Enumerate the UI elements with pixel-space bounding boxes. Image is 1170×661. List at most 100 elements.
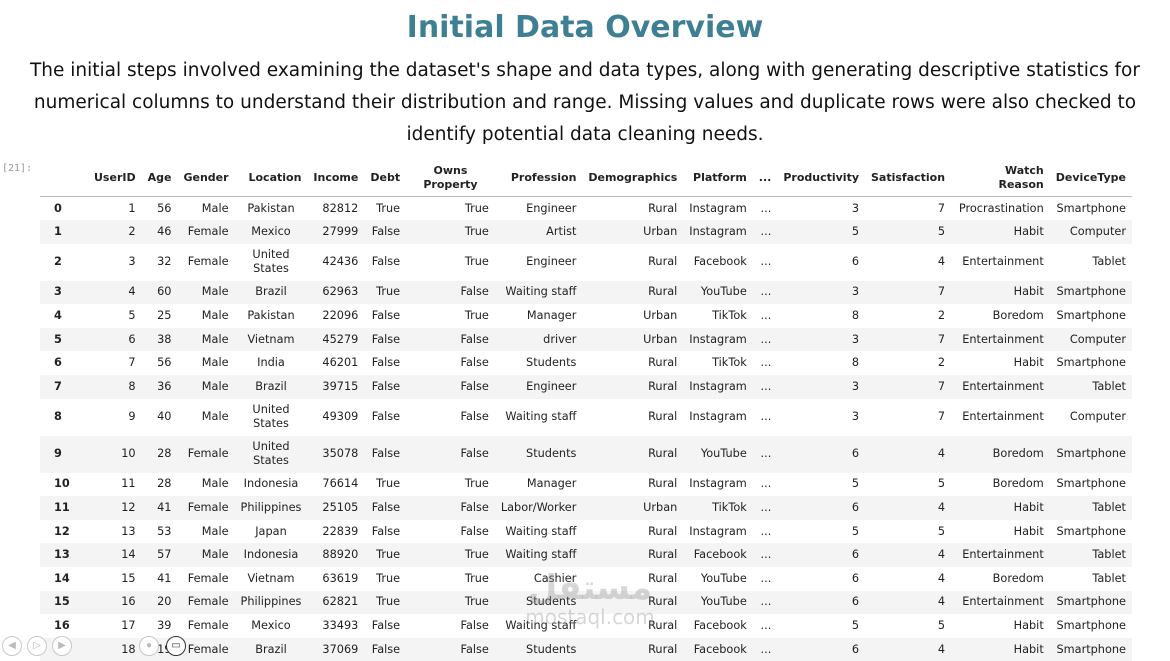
table-cell: Engineer — [495, 244, 583, 281]
table-cell: Rural — [582, 375, 683, 399]
table-cell: Rural — [582, 543, 683, 567]
table-cell: 4 — [865, 543, 951, 567]
table-cell: 3 — [777, 375, 865, 399]
table-cell: Male — [177, 328, 234, 352]
row-index: 6 — [40, 351, 88, 375]
table-cell: United States — [235, 244, 308, 281]
table-cell: 4 — [865, 591, 951, 615]
table-cell: YouTube — [683, 281, 752, 305]
table-cell: False — [364, 614, 406, 638]
table-cell: Rural — [582, 591, 683, 615]
table-cell: True — [406, 543, 495, 567]
table-cell: Urban — [582, 328, 683, 352]
table-cell: Female — [177, 220, 234, 244]
play-icon[interactable]: ▷ — [27, 636, 47, 656]
table-cell: False — [364, 244, 406, 281]
table-cell: Tablet — [1050, 567, 1132, 591]
table-cell: 3 — [777, 399, 865, 436]
table-cell: 3 — [777, 197, 865, 221]
table-cell: Entertainment — [951, 399, 1050, 436]
table-cell: 11 — [88, 473, 142, 497]
next-icon[interactable]: ▶ — [52, 636, 72, 656]
table-cell: 60 — [142, 281, 178, 305]
table-cell: 6 — [777, 436, 865, 473]
table-cell: Philippines — [235, 496, 308, 520]
table-cell: Engineer — [495, 197, 583, 221]
table-row: 161739FemaleMexico33493FalseFalseWaiting… — [40, 614, 1132, 638]
table-cell: 6 — [777, 567, 865, 591]
table-cell: True — [364, 197, 406, 221]
table-cell: Smartphone — [1050, 473, 1132, 497]
table-cell: 46 — [142, 220, 178, 244]
table-cell: ... — [753, 614, 778, 638]
table-cell: Facebook — [683, 614, 752, 638]
table-cell: Female — [177, 244, 234, 281]
row-index: 7 — [40, 375, 88, 399]
table-cell: Waiting staff — [495, 520, 583, 544]
table-cell: Students — [495, 351, 583, 375]
table-row: 101128MaleIndonesia76614TrueTrueManagerR… — [40, 473, 1132, 497]
table-cell: 5 — [777, 614, 865, 638]
cell-prompt: [21]: — [2, 163, 32, 174]
table-cell: False — [406, 375, 495, 399]
table-cell: 25 — [142, 304, 178, 328]
table-cell: Rural — [582, 520, 683, 544]
video-icon[interactable]: ▭ — [166, 636, 186, 656]
table-row: 91028FemaleUnited States35078FalseFalseS… — [40, 436, 1132, 473]
row-index: 11 — [40, 496, 88, 520]
table-cell: Smartphone — [1050, 351, 1132, 375]
table-cell: False — [406, 328, 495, 352]
table-cell: 28 — [142, 473, 178, 497]
row-index: 3 — [40, 281, 88, 305]
table-cell: Male — [177, 473, 234, 497]
prev-icon[interactable]: ◀ — [2, 636, 22, 656]
table-cell: Pakistan — [235, 304, 308, 328]
table-cell: 6 — [777, 543, 865, 567]
table-cell: 3 — [88, 244, 142, 281]
table-cell: 4 — [865, 436, 951, 473]
table-cell: 6 — [88, 328, 142, 352]
table-cell: False — [364, 520, 406, 544]
table-cell: ... — [753, 436, 778, 473]
table-cell: 35078 — [307, 436, 364, 473]
table-cell: True — [406, 197, 495, 221]
table-cell: 56 — [142, 351, 178, 375]
table-cell: Students — [495, 436, 583, 473]
table-cell: 76614 — [307, 473, 364, 497]
table-cell: Instagram — [683, 520, 752, 544]
table-cell: 82812 — [307, 197, 364, 221]
column-header: DeviceType — [1050, 160, 1132, 197]
table-cell: False — [364, 436, 406, 473]
header-row: UserIDAgeGenderLocationIncomeDebtOwns Pr… — [40, 160, 1132, 197]
table-cell: 13 — [88, 520, 142, 544]
table-row: 6756MaleIndia46201FalseFalseStudentsRura… — [40, 351, 1132, 375]
column-header: Platform — [683, 160, 752, 197]
table-cell: False — [406, 496, 495, 520]
table-cell: Urban — [582, 496, 683, 520]
table-cell: Habit — [951, 496, 1050, 520]
record-icon[interactable]: ● — [139, 636, 159, 656]
table-cell: 22096 — [307, 304, 364, 328]
table-cell: 42436 — [307, 244, 364, 281]
table-cell: True — [364, 567, 406, 591]
table-row: 3460MaleBrazil62963TrueFalseWaiting staf… — [40, 281, 1132, 305]
table-cell: 2 — [865, 304, 951, 328]
table-cell: Manager — [495, 473, 583, 497]
column-header: ... — [753, 160, 778, 197]
table-cell: Smartphone — [1050, 436, 1132, 473]
column-header: Watch Reason — [951, 160, 1050, 197]
table-cell: Facebook — [683, 543, 752, 567]
table-row: 141541FemaleVietnam63619TrueTrueCashierR… — [40, 567, 1132, 591]
table-cell: False — [364, 399, 406, 436]
table-cell: Rural — [582, 614, 683, 638]
table-row: 4525MalePakistan22096FalseTrueManagerUrb… — [40, 304, 1132, 328]
table-cell: 39715 — [307, 375, 364, 399]
table-cell: Computer — [1050, 399, 1132, 436]
table-cell: 7 — [865, 281, 951, 305]
table-cell: True — [364, 281, 406, 305]
table-cell: Smartphone — [1050, 520, 1132, 544]
table-cell: False — [406, 281, 495, 305]
table-cell: True — [406, 220, 495, 244]
table-cell: Habit — [951, 220, 1050, 244]
row-index: 8 — [40, 399, 88, 436]
